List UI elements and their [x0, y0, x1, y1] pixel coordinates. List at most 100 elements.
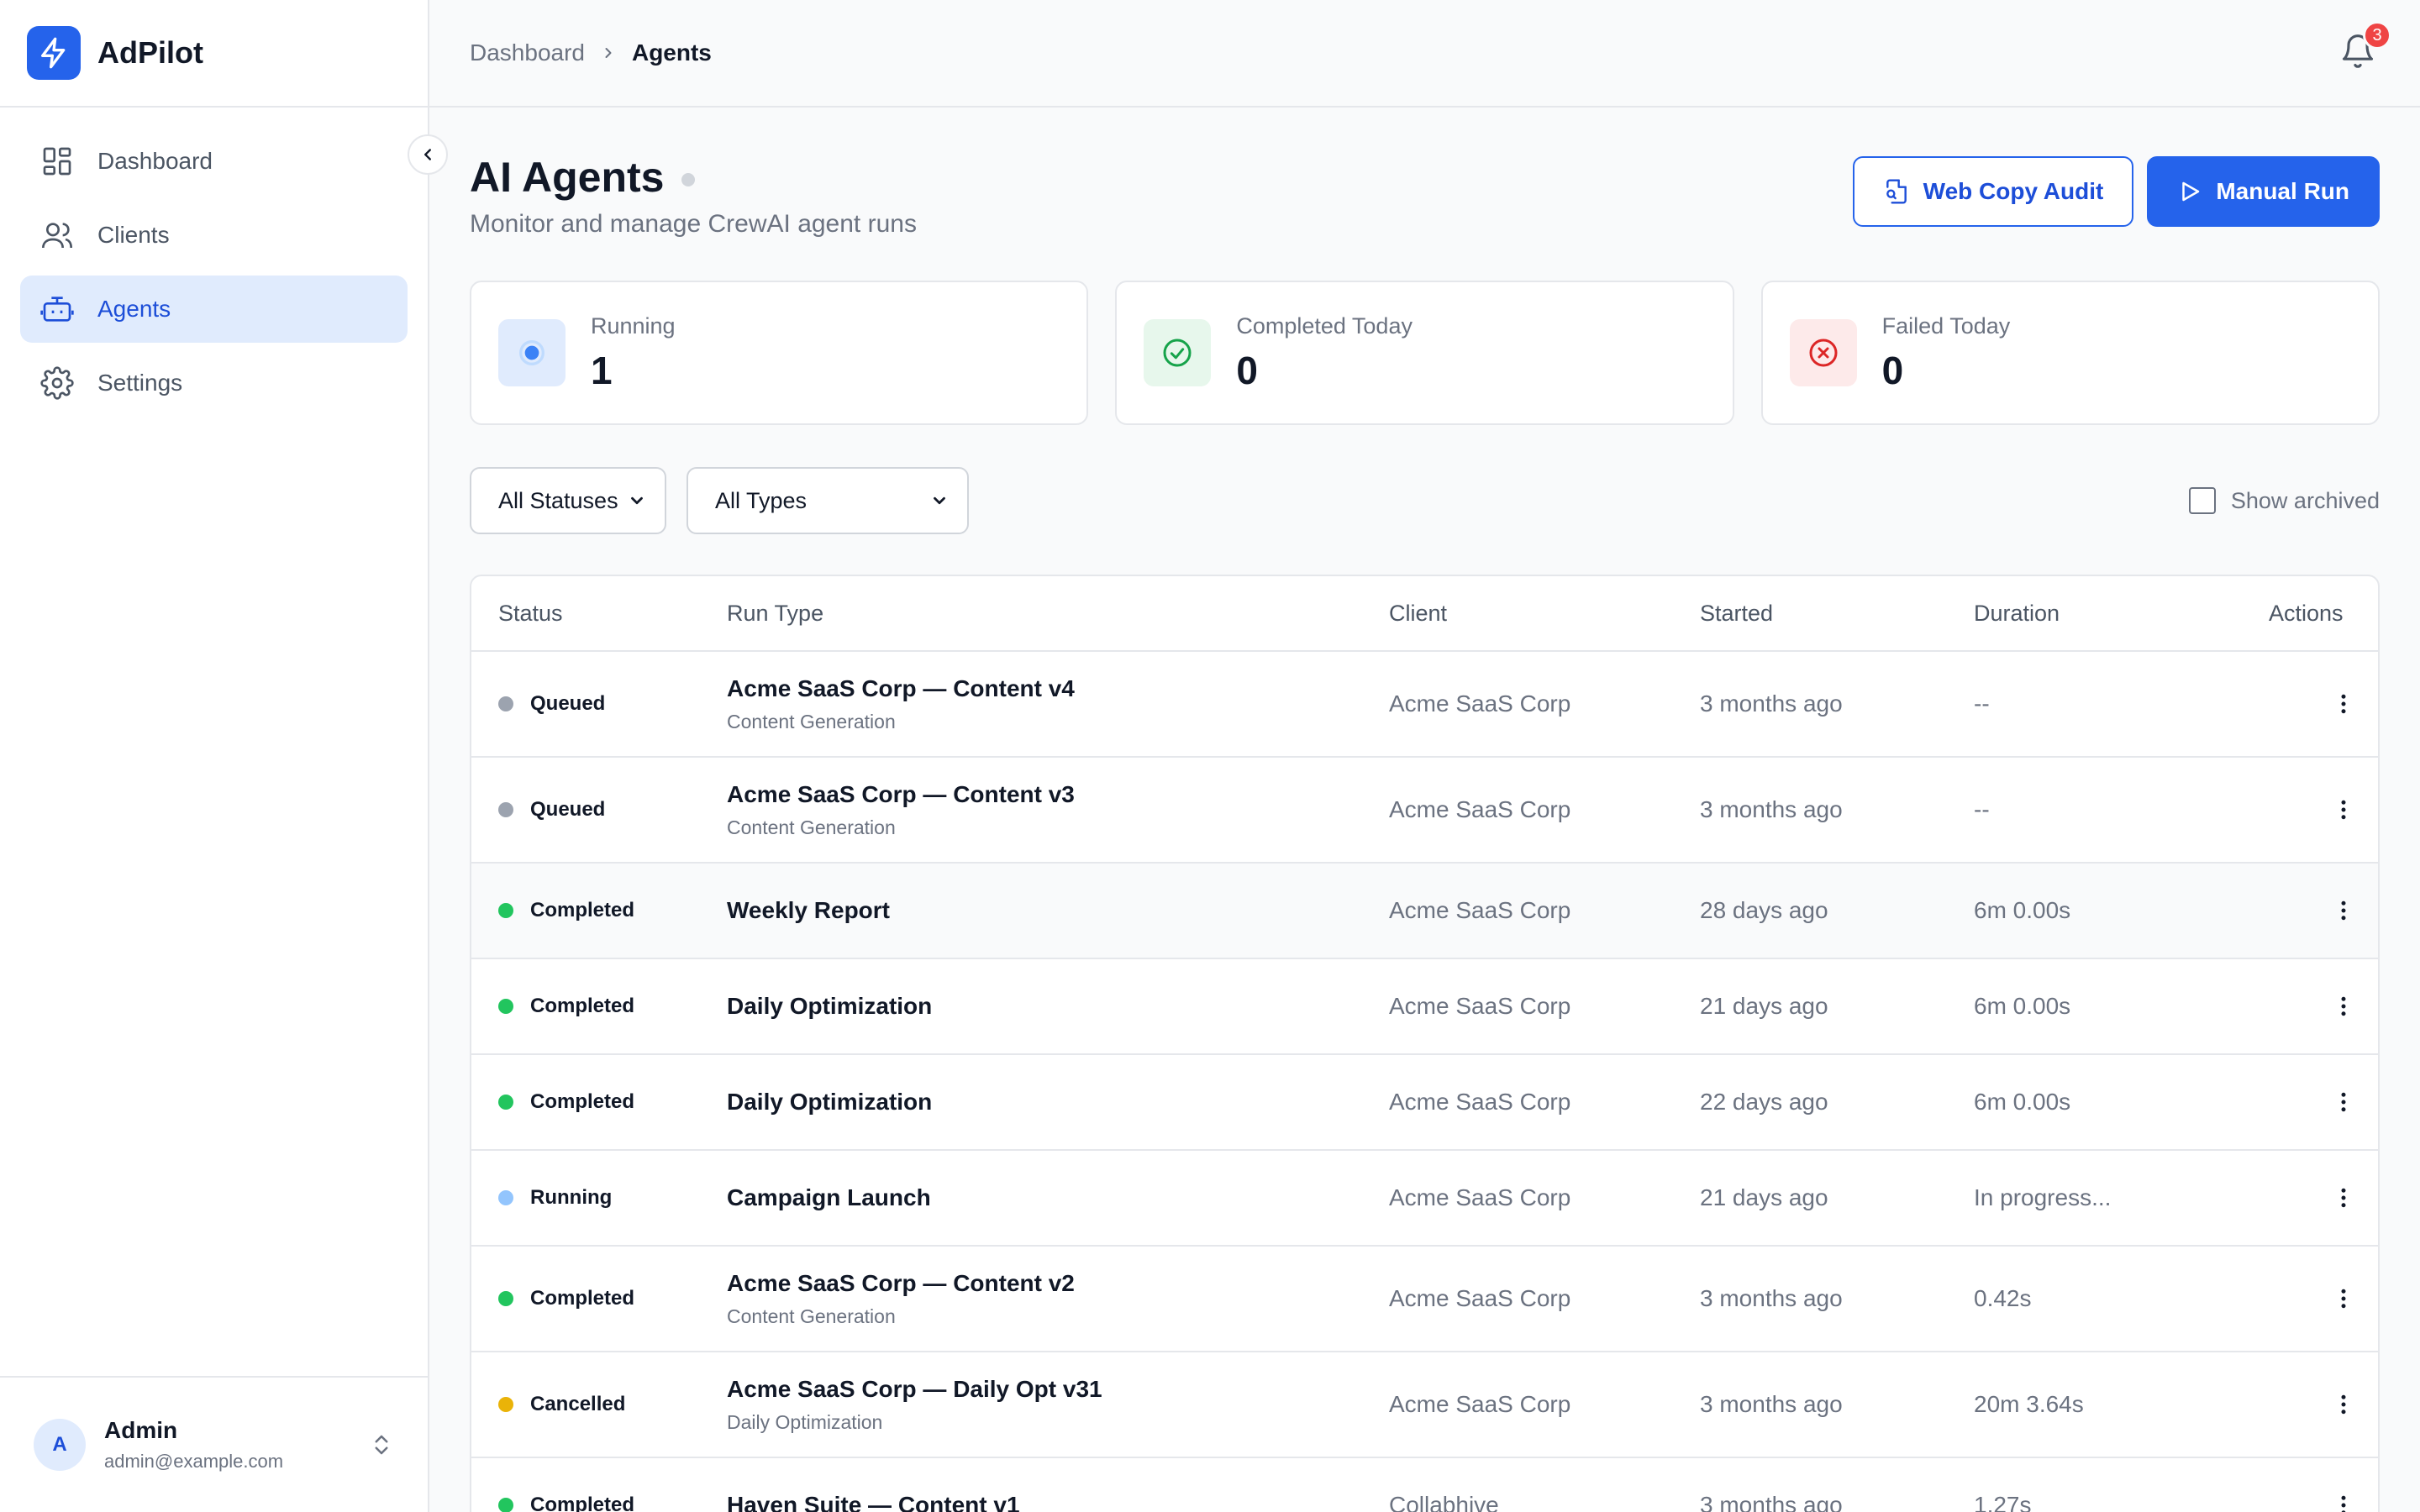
- status-cell: Completed: [471, 1494, 727, 1512]
- status-label: Running: [530, 1186, 613, 1209]
- status-cell: Running: [471, 1186, 727, 1210]
- sidebar-item-dashboard[interactable]: Dashboard: [20, 128, 408, 195]
- column-header-actions: Actions: [2269, 600, 2344, 626]
- sidebar-item-label: Settings: [97, 370, 183, 396]
- run-title: Acme SaaS Corp — Daily Opt v31: [727, 1375, 1102, 1402]
- stat-card-completed-today: Completed Today 0: [1115, 281, 1734, 425]
- sidebar-item-settings[interactable]: Settings: [20, 349, 408, 417]
- page-subtitle: Monitor and manage CrewAI agent runs: [470, 210, 917, 238]
- type-filter-select[interactable]: All Types: [687, 467, 969, 534]
- type-filter-value: All Types: [715, 487, 808, 513]
- run-type-cell: Daily Optimization: [727, 993, 1389, 1020]
- stat-value: 1: [591, 348, 613, 392]
- run-subtitle: Daily Optimization: [727, 1410, 883, 1433]
- status-dot: [498, 903, 513, 918]
- table-row[interactable]: Queued Acme SaaS Corp — Content v4 Content…: [471, 652, 2378, 758]
- show-archived-checkbox[interactable]: [2188, 487, 2216, 514]
- x-circle-icon: [1789, 319, 1857, 386]
- run-subtitle: Content Generation: [727, 710, 896, 732]
- status-dot: [498, 1498, 513, 1512]
- column-header-started: Started: [1700, 600, 1774, 626]
- stats-row: Running 1 Completed Today 0 Failed Today…: [470, 281, 2380, 425]
- more-vertical-icon: [2341, 1495, 2346, 1512]
- started-cell: 28 days ago: [1700, 897, 1828, 923]
- table-row[interactable]: Running Campaign Launch Acme SaaS Corp 21 d…: [471, 1151, 2378, 1247]
- table-row[interactable]: Completed Haven Suite — Content v1 Collabh…: [471, 1458, 2378, 1512]
- user-email: admin@example.com: [104, 1451, 284, 1472]
- more-vertical-icon: [2341, 996, 2346, 1016]
- run-type-cell: Acme SaaS Corp — Daily Opt v31 Daily Opti…: [727, 1376, 1389, 1434]
- brand-name: AdPilot: [97, 35, 203, 70]
- status-filter-select[interactable]: All Statuses: [470, 467, 666, 534]
- more-vertical-icon: [2341, 800, 2346, 820]
- client-cell: Acme SaaS Corp: [1389, 897, 1571, 923]
- status-label: Completed: [530, 995, 635, 1017]
- run-subtitle: Content Generation: [727, 1305, 896, 1327]
- collapse-sidebar-button[interactable]: [408, 134, 448, 175]
- row-actions-button[interactable]: [2309, 797, 2378, 822]
- file-search-icon: [1886, 179, 1907, 204]
- status-cell: Completed: [471, 1090, 727, 1114]
- status-dot: [498, 802, 513, 817]
- page-title: AI Agents: [470, 154, 665, 201]
- stat-text: Running 1: [591, 313, 676, 393]
- row-actions-button[interactable]: [2309, 898, 2378, 923]
- status-dot: [498, 696, 513, 711]
- row-actions-button[interactable]: [2309, 691, 2378, 717]
- row-actions-button[interactable]: [2309, 1493, 2378, 1512]
- table-row[interactable]: Completed Daily Optimization Acme SaaS Cor…: [471, 959, 2378, 1055]
- play-icon: [2182, 181, 2200, 202]
- sidebar-item-label: Clients: [97, 222, 170, 248]
- sidebar-item-clients[interactable]: Clients: [20, 202, 408, 269]
- web-copy-audit-button[interactable]: Web Copy Audit: [1852, 156, 2134, 227]
- duration-cell: --: [1974, 690, 1990, 717]
- status-cell: Queued: [471, 798, 727, 822]
- sidebar-item-agents[interactable]: Agents: [20, 276, 408, 343]
- breadcrumb-dashboard-link[interactable]: Dashboard: [470, 39, 585, 66]
- run-title: Acme SaaS Corp — Content v3: [727, 780, 1075, 807]
- client-cell: Acme SaaS Corp: [1389, 1184, 1571, 1210]
- table-row[interactable]: Completed Daily Optimization Acme SaaS Cor…: [471, 1055, 2378, 1151]
- table-row[interactable]: Cancelled Acme SaaS Corp — Daily Opt v31 D…: [471, 1352, 2378, 1458]
- client-cell: Acme SaaS Corp: [1389, 796, 1571, 822]
- row-actions-button[interactable]: [2309, 1185, 2378, 1210]
- check-circle-icon: [1144, 319, 1212, 386]
- duration-cell: 1.27s: [1974, 1492, 2032, 1512]
- table-header: Status Run Type Client Started Duration …: [471, 576, 2378, 652]
- status-label: Cancelled: [530, 1393, 626, 1415]
- manual-run-label: Manual Run: [2216, 178, 2349, 204]
- row-actions-button[interactable]: [2309, 1286, 2378, 1311]
- row-actions-button[interactable]: [2309, 994, 2378, 1019]
- manual-run-button[interactable]: Manual Run: [2147, 156, 2380, 227]
- row-actions-button[interactable]: [2309, 1392, 2378, 1417]
- status-filter-value: All Statuses: [498, 487, 618, 513]
- sidebar-item-label: Dashboard: [97, 148, 213, 174]
- duration-cell: 6m 0.00s: [1974, 993, 2071, 1019]
- user-menu[interactable]: A Admin admin@example.com: [0, 1376, 428, 1512]
- started-cell: 3 months ago: [1700, 690, 1843, 717]
- notifications-button[interactable]: 3: [2339, 21, 2391, 73]
- table-body: Queued Acme SaaS Corp — Content v4 Content…: [471, 652, 2378, 1512]
- table-row[interactable]: Completed Weekly Report Acme SaaS Corp 28 d…: [471, 864, 2378, 959]
- column-header-client: Client: [1389, 600, 1448, 626]
- breadcrumb-current: Agents: [631, 39, 712, 66]
- more-vertical-icon: [2341, 1092, 2346, 1112]
- breadcrumb: Dashboard Agents: [470, 39, 712, 66]
- user-name: Admin: [104, 1417, 178, 1443]
- more-vertical-icon: [2341, 1394, 2346, 1415]
- table-row[interactable]: Queued Acme SaaS Corp — Content v3 Content…: [471, 758, 2378, 864]
- status-label: Completed: [530, 1090, 635, 1113]
- status-label: Completed: [530, 899, 635, 921]
- status-dot: [498, 1397, 513, 1412]
- title-row: AI Agents: [470, 153, 1853, 202]
- dashboard-icon: [43, 147, 71, 176]
- show-archived-toggle[interactable]: Show archived: [2188, 487, 2380, 514]
- run-title: Haven Suite — Content v1: [727, 1492, 1020, 1512]
- status-dot: [498, 999, 513, 1014]
- column-header-duration: Duration: [1974, 600, 2060, 626]
- brand[interactable]: AdPilot: [0, 0, 428, 108]
- table-row[interactable]: Completed Acme SaaS Corp — Content v2 Cont…: [471, 1247, 2378, 1352]
- row-actions-button[interactable]: [2309, 1089, 2378, 1115]
- status-label: Completed: [530, 1287, 635, 1310]
- duration-cell: In progress...: [1974, 1184, 2112, 1210]
